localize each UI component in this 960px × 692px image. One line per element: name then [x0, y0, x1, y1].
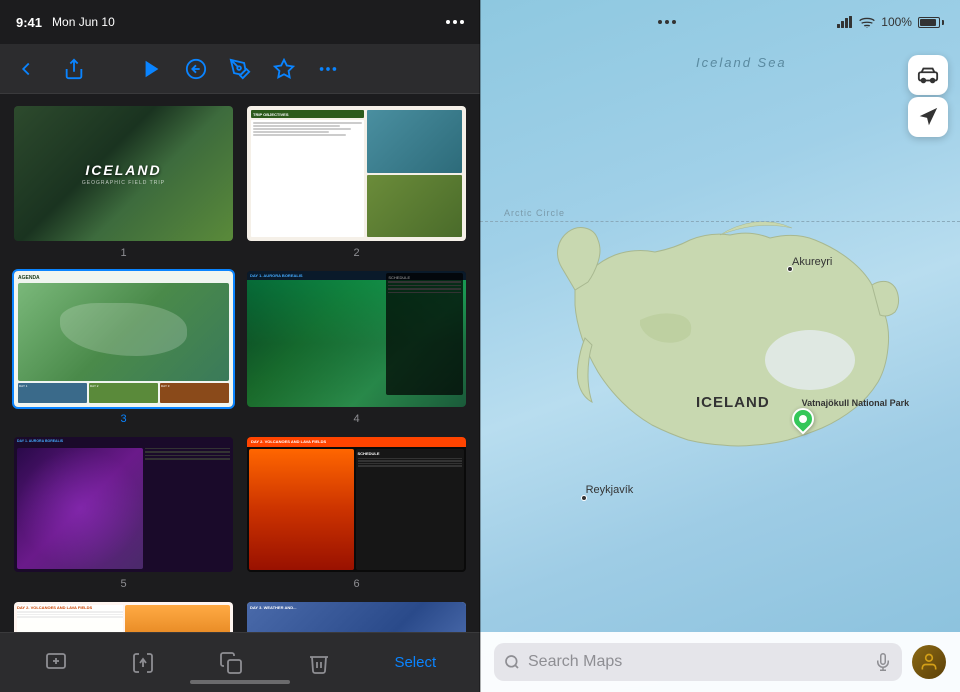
keynote-toolbar: [0, 44, 480, 94]
home-indicator: [190, 680, 290, 684]
slides-grid: ICELAND GEOGRAPHIC FIELD TRIP 1 TRIP OBJ…: [12, 104, 468, 632]
slide-1-title: ICELAND: [85, 162, 161, 178]
arctic-circle-line: [480, 221, 960, 222]
slide-thumb-1: ICELAND GEOGRAPHIC FIELD TRIP: [12, 104, 235, 243]
status-time-date: 9:41 Mon Jun 10: [16, 15, 115, 30]
reykjavik-dot: [581, 495, 587, 501]
slide-4-content: DAY 1. AURORA BOREALIS SCHEDULE: [247, 271, 466, 406]
rewind-button[interactable]: [182, 55, 210, 83]
slide-item-7[interactable]: DAY 2. VOLCANOES AND LAVA FIELDS 7: [12, 600, 235, 632]
slide-thumb-2: TRIP OBJECTIVES: [245, 104, 468, 243]
vatnajokull-marker[interactable]: [792, 408, 814, 430]
slide-3-content: AGENDA DAY 1 DAY 2 DAY 3: [14, 271, 233, 406]
delete-slide-button[interactable]: [307, 651, 331, 675]
dot-1: [446, 20, 450, 24]
slide-4-number: 4: [245, 413, 468, 425]
slide-5-number: 5: [12, 578, 235, 590]
slide-item-8[interactable]: DAY 3. WEATHER AND... 8: [245, 600, 468, 632]
slide-1-subtitle: GEOGRAPHIC FIELD TRIP: [82, 180, 165, 186]
slide-item-3[interactable]: AGENDA DAY 1 DAY 2 DAY 3 3: [12, 269, 235, 424]
maps-search-bar: Search Maps: [480, 632, 960, 692]
search-icon: [504, 654, 520, 670]
status-date: Mon Jun 10: [52, 15, 115, 29]
slide-navigator: ICELAND GEOGRAPHIC FIELD TRIP 1 TRIP OBJ…: [0, 94, 480, 632]
maps-status-dots: [658, 20, 676, 24]
keynote-status-bar: 9:41 Mon Jun 10: [0, 0, 480, 44]
shapes-button[interactable]: [270, 55, 298, 83]
slide-item-4[interactable]: DAY 1. AURORA BOREALIS SCHEDULE 4: [245, 269, 468, 424]
location-arrow-icon: [917, 106, 939, 128]
search-input-container[interactable]: Search Maps: [494, 643, 902, 681]
avatar-icon: [919, 652, 939, 672]
user-avatar[interactable]: [912, 645, 946, 679]
pen-button[interactable]: [226, 55, 254, 83]
slide-item-1[interactable]: ICELAND GEOGRAPHIC FIELD TRIP 1: [12, 104, 235, 259]
mic-icon[interactable]: [874, 653, 892, 671]
select-button[interactable]: Select: [394, 654, 436, 671]
slide-thumb-3: AGENDA DAY 1 DAY 2 DAY 3: [12, 269, 235, 408]
slide-item-2[interactable]: TRIP OBJECTIVES: [245, 104, 468, 259]
slide-thumb-4: DAY 1. AURORA BOREALIS SCHEDULE: [245, 269, 468, 408]
drive-mode-button[interactable]: [908, 55, 948, 95]
dot-2: [453, 20, 457, 24]
slide-6-number: 6: [245, 578, 468, 590]
vatnajokull-pin: [787, 404, 818, 435]
maps-dot-3: [672, 20, 676, 24]
slide-thumb-8: DAY 3. WEATHER AND...: [245, 600, 468, 632]
maps-dot-2: [665, 20, 669, 24]
share-button[interactable]: [60, 55, 88, 83]
search-placeholder: Search Maps: [528, 653, 622, 671]
slide-6-content: DAY 2. VOLCANOES AND LAVA FIELDS SCHEDUL…: [247, 437, 466, 572]
iceland-map-svg: [480, 0, 960, 692]
dot-3: [460, 20, 464, 24]
slide-3-number: 3: [12, 413, 235, 425]
transitions-button[interactable]: [131, 651, 155, 675]
maps-status-bar: 100%: [480, 0, 960, 44]
slide-item-5[interactable]: DAY 1. AURORA BOREALIS 5: [12, 435, 235, 590]
slide-5-content: DAY 1. AURORA BOREALIS: [14, 437, 233, 572]
slide-2-number: 2: [245, 247, 468, 259]
slide-8-content: DAY 3. WEATHER AND...: [247, 602, 466, 632]
wifi-icon: [859, 16, 875, 28]
maps-panel: Iceland Sea Arctic Circle ICELAND Akurey…: [480, 0, 960, 692]
add-slide-button[interactable]: [44, 651, 68, 675]
copy-slide-button[interactable]: [219, 651, 243, 675]
more-button[interactable]: [314, 55, 342, 83]
slide-1-content: ICELAND GEOGRAPHIC FIELD TRIP: [14, 106, 233, 241]
slide-1-number: 1: [12, 247, 235, 259]
slide-7-content: DAY 2. VOLCANOES AND LAVA FIELDS: [14, 602, 233, 632]
status-time: 9:41: [16, 15, 42, 30]
slide-thumb-7: DAY 2. VOLCANOES AND LAVA FIELDS: [12, 600, 235, 632]
back-button[interactable]: [12, 55, 40, 83]
slide-thumb-5: DAY 1. AURORA BOREALIS: [12, 435, 235, 574]
car-icon: [917, 64, 939, 86]
slide-2-content: TRIP OBJECTIVES: [247, 106, 466, 241]
signal-icon: [837, 16, 853, 28]
vatnajokull-pin-inner: [799, 415, 807, 423]
slide-item-6[interactable]: DAY 2. VOLCANOES AND LAVA FIELDS SCHEDUL…: [245, 435, 468, 590]
status-dots: [446, 20, 464, 24]
battery-icon: [918, 17, 944, 28]
maps-status-right: 100%: [837, 15, 944, 29]
keynote-panel: 9:41 Mon Jun 10: [0, 0, 480, 692]
maps-right-controls: [908, 55, 948, 137]
slide-thumb-6: DAY 2. VOLCANOES AND LAVA FIELDS SCHEDUL…: [245, 435, 468, 574]
maps-dot-1: [658, 20, 662, 24]
battery-percent: 100%: [881, 15, 912, 29]
location-button[interactable]: [908, 97, 948, 137]
play-button[interactable]: [138, 55, 166, 83]
panel-divider: [479, 0, 481, 692]
